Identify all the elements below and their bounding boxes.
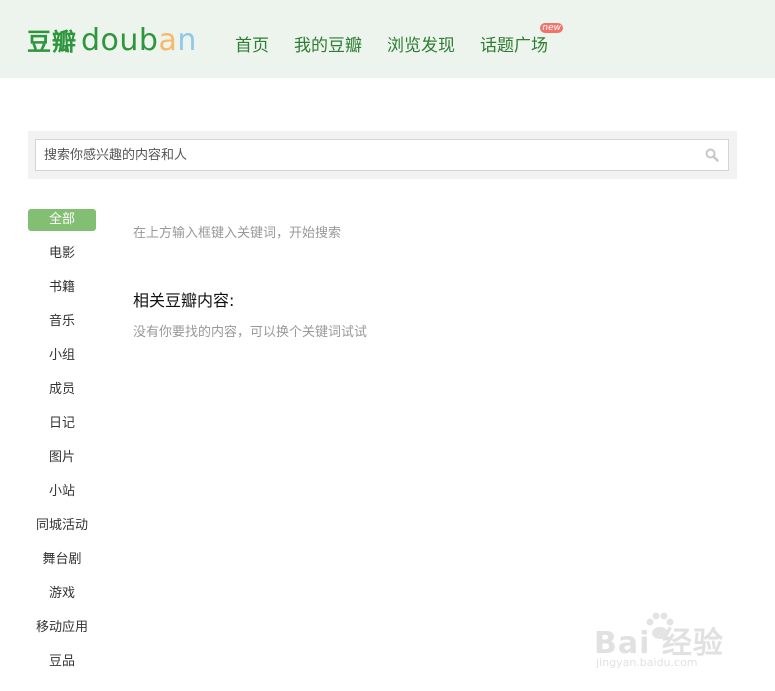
top-nav: 首页 我的豆瓣 浏览发现 话题广场 new (235, 23, 563, 56)
nav-topics-label: 话题广场 (480, 36, 548, 56)
category-music[interactable]: 音乐 (28, 311, 96, 333)
logo-letter: o (100, 23, 120, 58)
nav-my-douban[interactable]: 我的豆瓣 (294, 31, 362, 56)
category-game[interactable]: 游戏 (28, 583, 96, 605)
category-drama[interactable]: 舞台剧 (28, 549, 96, 571)
category-diary[interactable]: 日记 (28, 413, 96, 435)
category-group[interactable]: 小组 (28, 345, 96, 367)
paw-icon (646, 612, 674, 639)
category-site[interactable]: 小站 (28, 481, 96, 503)
category-photo[interactable]: 图片 (28, 447, 96, 469)
search-bar (28, 131, 737, 179)
category-douban-product[interactable]: 豆品 (28, 651, 96, 673)
search-hint: 在上方输入框键入关键词，开始搜索 (133, 226, 342, 241)
category-sidebar: 全部 电影 书籍 音乐 小组 成员 日记 图片 小站 同城活动 舞台剧 游戏 移… (28, 209, 96, 685)
logo-letter: d (81, 23, 101, 58)
category-all[interactable]: 全部 (28, 209, 96, 231)
logo-chinese: 豆瓣 (27, 28, 77, 56)
header: 豆瓣 douban 首页 我的豆瓣 浏览发现 话题广场 new (0, 0, 775, 78)
nav-home[interactable]: 首页 (235, 31, 269, 56)
watermark-url: jingyan.baidu.com (596, 656, 698, 669)
logo-letter: a (158, 23, 178, 58)
category-member[interactable]: 成员 (28, 379, 96, 401)
baidu-jingyan-watermark: Bai 经验 jingyan.baidu.com (594, 606, 744, 676)
category-event[interactable]: 同城活动 (28, 515, 96, 537)
douban-logo[interactable]: 豆瓣 douban (27, 22, 197, 62)
nav-topics[interactable]: 话题广场 new (480, 23, 563, 56)
logo-letter: n (177, 23, 197, 58)
new-badge: new (540, 23, 563, 33)
related-empty-message: 没有你要找的内容，可以换个关键词试试 (133, 325, 368, 340)
logo-letter: b (138, 23, 159, 58)
category-movie[interactable]: 电影 (28, 243, 96, 265)
category-mobile-app[interactable]: 移动应用 (28, 617, 96, 639)
search-box (35, 139, 729, 171)
logo-english: douban (81, 23, 197, 58)
nav-explore[interactable]: 浏览发现 (387, 31, 455, 56)
logo-letter: u (119, 23, 139, 58)
search-icon[interactable] (705, 148, 719, 162)
category-book[interactable]: 书籍 (28, 277, 96, 299)
search-input[interactable] (36, 140, 694, 170)
related-title: 相关豆瓣内容: (133, 291, 235, 310)
